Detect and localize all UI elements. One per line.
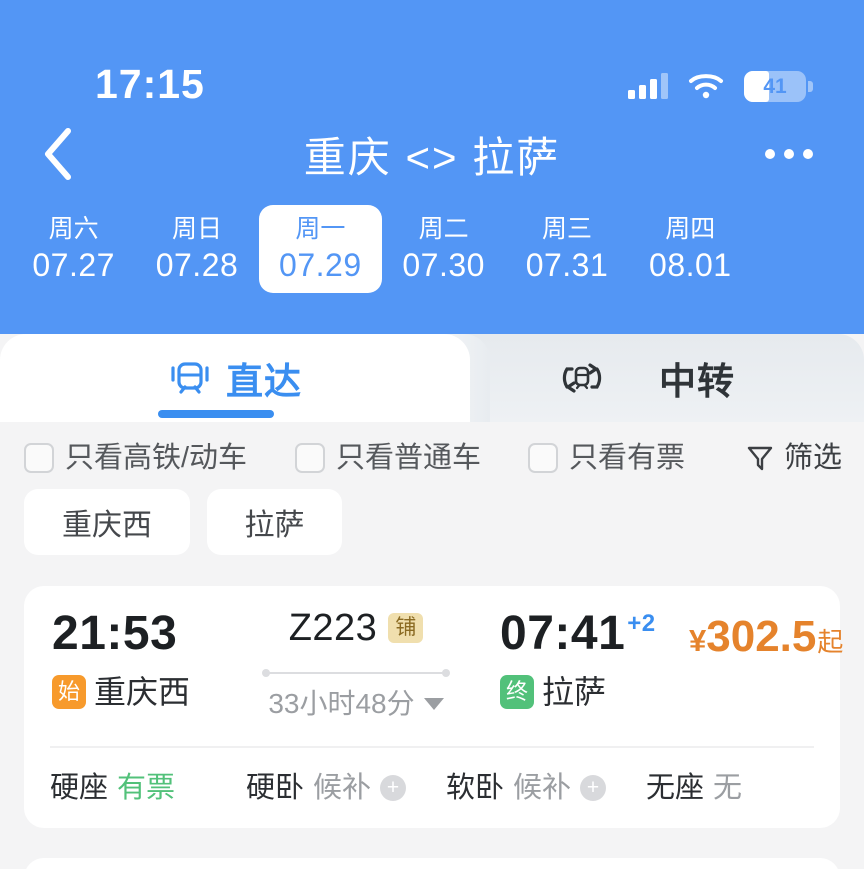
arrival-time-group: 07:41 +2 [500,608,656,660]
date-weekday: 周二 [418,215,469,243]
wifi-icon [688,73,724,99]
navigation-bar: 重庆 <> 拉萨 [0,108,864,200]
next-train-card-partial[interactable] [24,858,840,869]
more-dots-icon [765,149,775,159]
filter-checkbox-highspeed[interactable]: 只看高铁/动车 [24,436,247,480]
arrival-time: 07:41 [500,607,626,660]
seat-status: 无 [713,772,743,804]
funnel-icon [747,446,773,471]
train-berth-tag: 铺 [388,613,424,643]
tab-direct[interactable]: 直达 [0,334,470,422]
date-item-4[interactable]: 周三 07.31 [505,205,628,293]
date-list: 周六 07.27 周日 07.28 周一 07.29 周二 07.30 周三 0… [12,205,752,310]
tab-transfer-label: 中转 [659,361,735,402]
seat-hard-seat[interactable]: 硬座 有票 [50,771,175,805]
seat-name: 硬座 [50,772,109,804]
filter-button[interactable]: 筛选 [745,436,842,480]
station-chip-row: 重庆西 拉萨 [0,489,864,561]
checkbox-icon[interactable] [528,443,558,473]
date-value: 08.01 [649,247,732,283]
date-item-3[interactable]: 周二 07.30 [382,205,505,293]
checkbox-icon[interactable] [24,443,54,473]
date-item-0[interactable]: 周六 07.27 [12,205,135,293]
tab-direct-label: 直达 [226,361,302,402]
tab-transfer[interactable]: 中转 [430,334,864,422]
departure-time: 21:53 [52,607,178,660]
date-value: 07.30 [402,247,485,283]
tab-active-indicator [158,410,274,418]
header-region: 17:15 41 重庆 <> 拉萨 周六 07.27 周日 07.28 周一 0… [0,0,864,503]
train-middle-info: Z223 铺 33小时48分 [246,606,466,720]
seat-name: 硬卧 [246,772,305,804]
more-options-button[interactable] [754,130,824,178]
end-station-badge: 终 [500,675,534,709]
date-item-1[interactable]: 周日 07.28 [135,205,258,293]
app-screen: 17:15 41 重庆 <> 拉萨 周六 07.27 周日 07.28 周一 0… [0,0,864,869]
chevron-down-icon[interactable] [423,698,444,710]
seat-name: 无座 [646,772,705,804]
station-chip-origin[interactable]: 重庆西 [24,489,190,555]
filter-button-label: 筛选 [783,442,842,474]
date-item-5[interactable]: 周四 08.01 [629,205,752,293]
filter-checkbox-normal[interactable]: 只看普通车 [295,436,481,480]
price-group: ¥ 302.5 起 [689,612,843,662]
seat-no-seat[interactable]: 无座 无 [646,771,742,805]
route-line [262,664,450,682]
date-weekday: 周日 [171,215,222,243]
train-result-card[interactable]: 21:53 始 重庆西 Z223 铺 33小时48分 07:41 +2 终 拉萨… [24,586,843,828]
filter-bar: 只看高铁/动车 只看普通车 只看有票 筛选 [0,422,864,494]
departure-station: 始 重庆西 [52,674,190,710]
date-item-2-selected[interactable]: 周一 07.29 [258,205,382,293]
arrival-station-name: 拉萨 [542,674,607,710]
tab-bar: 中转 直达 [0,334,864,422]
duration-row[interactable]: 33小时48分 [268,688,444,720]
train-front-icon [171,362,209,394]
seat-name: 软卧 [446,772,505,804]
price-suffix: 起 [817,627,844,657]
date-selector: 周六 07.27 周日 07.28 周一 07.29 周二 07.30 周三 0… [0,205,864,503]
seat-status: 候补 [313,772,372,804]
seat-soft-sleeper[interactable]: 软卧 候补 + [446,771,607,805]
seat-class-row: 硬座 有票 硬卧 候补 + 软卧 候补 + 无座 无 [24,748,840,828]
station-chip-destination[interactable]: 拉萨 [207,489,342,555]
content-sheet: 中转 直达 只看高铁/动车 只看普通车 只看有票 筛选 重庆西 拉萨 21:53… [0,334,864,869]
arrival-day-offset: +2 [627,610,656,637]
arrival-station: 终 拉萨 [500,674,606,710]
start-station-badge: 始 [52,675,86,709]
date-weekday: 周四 [665,215,716,243]
date-weekday: 周一 [295,215,346,243]
filter-checkbox-available[interactable]: 只看有票 [528,436,685,480]
price-currency: ¥ [689,623,707,658]
filter-label: 只看高铁/动车 [65,442,248,474]
filter-label: 只看有票 [569,442,686,474]
seat-status: 有票 [117,772,176,804]
date-value: 07.27 [32,247,115,283]
train-number-row: Z223 铺 [289,606,424,650]
date-value: 07.28 [155,247,239,283]
battery-icon: 41 [744,70,813,102]
plus-circle-icon[interactable]: + [580,775,607,801]
date-value: 07.29 [279,247,362,283]
departure-station-name: 重庆西 [94,674,191,710]
train-card-main: 21:53 始 重庆西 Z223 铺 33小时48分 07:41 +2 终 拉萨… [24,586,843,746]
duration-text: 33小时48分 [268,688,415,719]
status-indicators: 41 [628,66,813,106]
battery-level: 41 [763,74,787,98]
filter-label: 只看普通车 [336,442,482,474]
plus-circle-icon[interactable]: + [380,775,407,801]
seat-hard-sleeper[interactable]: 硬卧 候补 + [246,771,407,805]
status-time: 17:15 [95,61,205,107]
status-bar: 17:15 41 [0,28,864,105]
date-weekday: 周六 [48,215,99,243]
date-weekday: 周三 [541,215,592,243]
price-amount: 302.5 [706,612,817,661]
transfer-train-icon [562,363,602,393]
page-title: 重庆 <> 拉萨 [303,133,561,181]
checkbox-icon[interactable] [295,443,325,473]
seat-status: 候补 [513,772,572,804]
date-value: 07.31 [525,247,609,283]
signal-bars-icon [628,73,668,99]
train-number: Z223 [288,607,378,649]
